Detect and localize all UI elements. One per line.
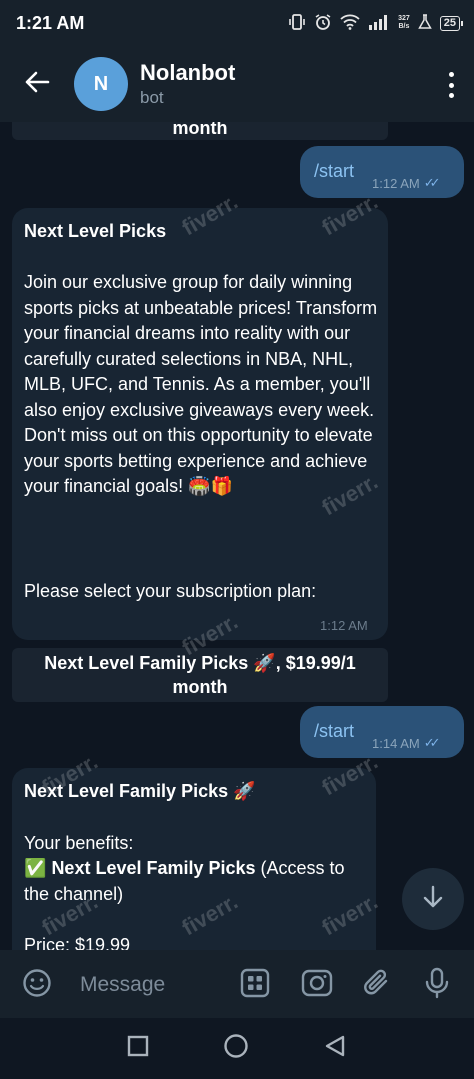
alarm-icon [314, 13, 332, 34]
paperclip-icon [362, 968, 392, 1003]
back-nav-button[interactable] [323, 1034, 347, 1063]
message-prompt: Please select your subscription plan: [24, 581, 317, 601]
recents-button[interactable] [127, 1035, 149, 1062]
chat-header: N Nolanbot bot [0, 46, 474, 122]
outgoing-message[interactable]: /start 1:14 AM ✓✓ [300, 706, 464, 758]
message-input[interactable] [80, 972, 230, 998]
emoji-button[interactable] [20, 968, 54, 1002]
message-time: 1:12 AM [372, 175, 420, 191]
status-icons: 327 B/s 25 [288, 13, 464, 34]
message-body: Join our exclusive group for daily winni… [24, 272, 378, 496]
price-line: Price: $19.99 [24, 935, 131, 950]
command-grid-icon [240, 968, 270, 1003]
wifi-icon [340, 14, 360, 33]
check-mark-icon: ✅ [24, 858, 47, 878]
benefits-label: Your benefits: [24, 833, 134, 853]
back-arrow-icon [24, 71, 50, 98]
chat-title-block[interactable]: Nolanbot bot [140, 60, 235, 108]
vibrate-icon [288, 13, 306, 34]
signal-icon [368, 14, 390, 33]
scroll-down-button[interactable] [402, 868, 464, 930]
camera-icon [301, 968, 333, 1003]
read-checks-icon: ✓✓ [423, 735, 441, 750]
status-time: 1:21 AM [16, 12, 85, 33]
arrow-down-icon [422, 885, 444, 914]
plan-button-line1: Next Level Family Picks 🚀, $19.99/1 [44, 653, 356, 673]
more-dot-icon [448, 93, 454, 98]
more-dot-icon [448, 72, 454, 77]
message-input-bar [0, 950, 474, 1018]
outgoing-message[interactable]: /start 1:12 AM ✓✓ [300, 146, 464, 198]
chat-subtitle: bot [140, 88, 164, 107]
incoming-message[interactable]: Next Level Picks Join our exclusive grou… [12, 208, 388, 640]
emoji-icon [22, 968, 52, 1003]
net-speed: 327 B/s [398, 15, 410, 31]
message-time: 1:14 AM [372, 735, 420, 751]
message-meta: 1:14 AM ✓✓ [372, 735, 441, 751]
more-dot-icon [448, 82, 454, 88]
avatar[interactable]: N [74, 57, 128, 111]
inline-button-label: month [172, 122, 228, 138]
incoming-message[interactable]: Next Level Family Picks 🚀 Your benefits:… [12, 768, 376, 950]
benefit-name: Next Level Family Picks [51, 858, 256, 878]
battery-indicator: 25 [439, 15, 464, 31]
home-button[interactable] [223, 1033, 249, 1064]
camera-button[interactable] [300, 968, 334, 1002]
more-options-button[interactable] [446, 72, 456, 98]
status-bar: 1:21 AM 327 B/s 25 [0, 0, 474, 46]
inline-button-previous[interactable]: month [12, 122, 388, 140]
benefit-line: ✅ Next Level Family Picks (Access to the… [24, 856, 370, 907]
message-time: 1:12 AM [320, 618, 368, 633]
chat-area[interactable]: month /start 1:12 AM ✓✓ Next Level Picks… [0, 122, 474, 950]
plan-inline-button[interactable]: Next Level Family Picks 🚀, $19.99/1 mont… [12, 648, 388, 702]
command-link[interactable]: /start [314, 161, 354, 182]
back-button[interactable] [0, 46, 74, 122]
message-meta: 1:12 AM ✓✓ [372, 175, 441, 191]
read-checks-icon: ✓✓ [423, 175, 441, 190]
flask-icon [417, 13, 432, 33]
net-speed-unit: B/s [398, 23, 410, 30]
attach-button[interactable] [360, 968, 394, 1002]
chat-title: Nolanbot [140, 60, 236, 85]
plan-button-line2: month [172, 677, 228, 697]
system-nav-bar [0, 1018, 474, 1079]
command-link[interactable]: /start [314, 721, 354, 742]
message-title: Next Level Picks [24, 221, 167, 241]
net-speed-value: 327 [398, 15, 410, 22]
microphone-icon [424, 967, 450, 1004]
bot-menu-button[interactable] [238, 968, 272, 1002]
voice-button[interactable] [420, 967, 454, 1004]
message-title: Next Level Family Picks 🚀 [24, 781, 256, 801]
